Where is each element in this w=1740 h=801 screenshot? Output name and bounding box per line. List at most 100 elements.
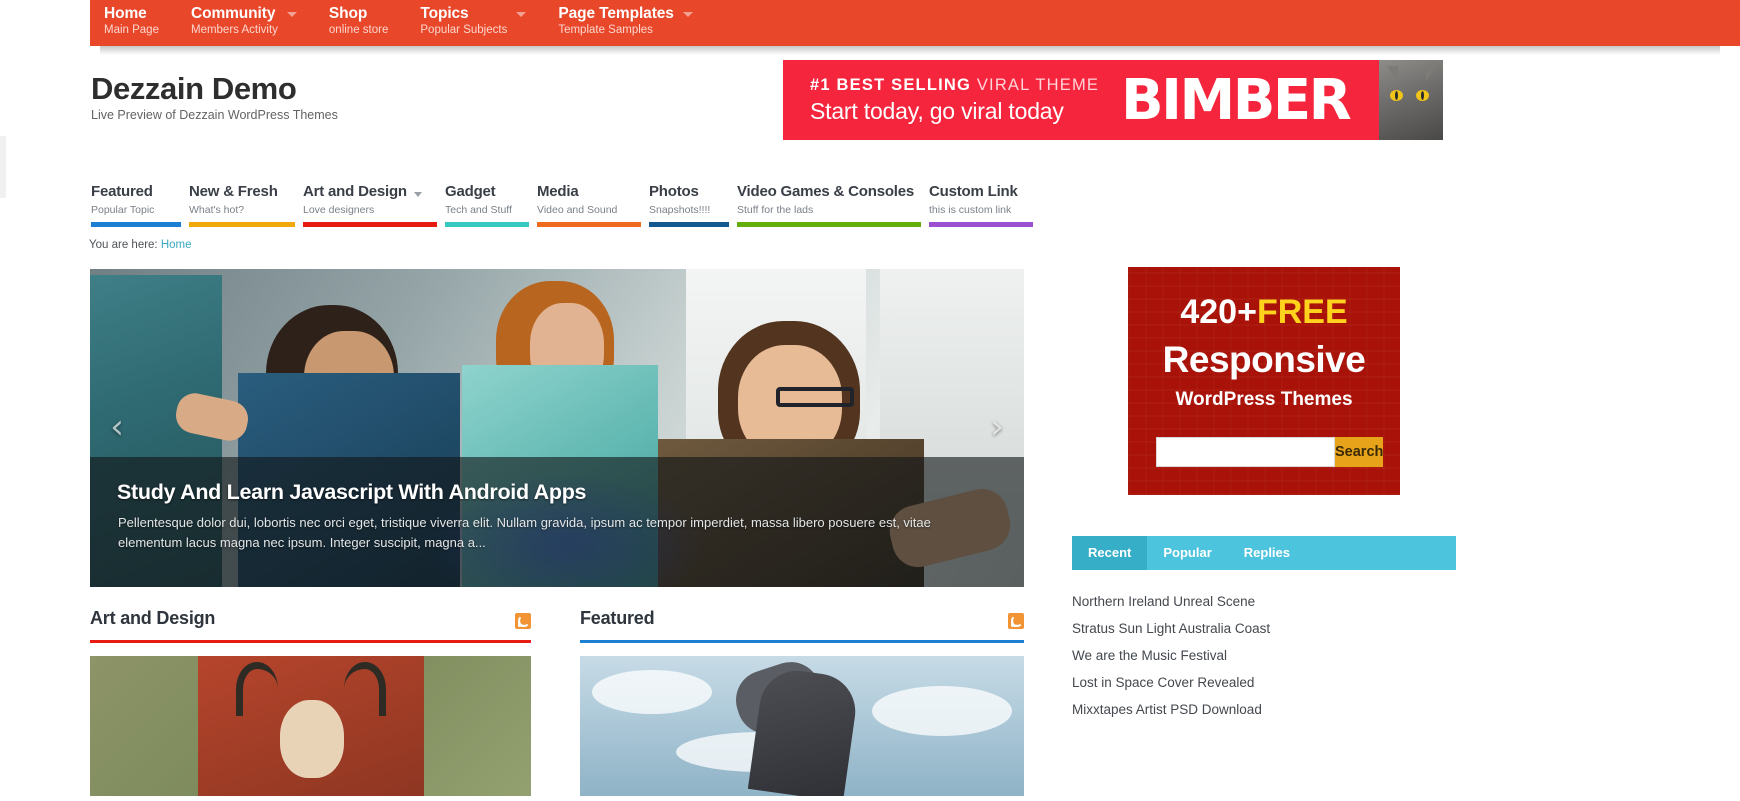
section-thumbnail[interactable] [580,656,1024,796]
section-rule [580,640,1024,643]
breadcrumb: You are here: Home [89,239,192,251]
list-item[interactable]: Northern Ireland Unreal Scene [1072,588,1456,615]
category-tab-gadget[interactable]: Gadget Tech and Stuff [445,182,537,227]
slide-caption: Study And Learn Javascript With Android … [90,457,1024,587]
breadcrumb-link-home[interactable]: Home [161,239,192,251]
category-tab-subtitle: Video and Sound [537,204,618,216]
slider-next-arrow[interactable]: › [982,410,1012,444]
chevron-down-icon[interactable] [682,12,693,17]
category-tab-label: Photos [649,183,699,200]
category-tab-underline [189,222,295,227]
category-tab-subtitle: Popular Topic [91,204,155,216]
category-tab-custom-link[interactable]: Custom Link this is custom link [929,182,1041,227]
category-tab-subtitle: Snapshots!!!! [649,204,711,216]
category-tab-photos[interactable]: Photos Snapshots!!!! [649,182,737,227]
category-tab-label: New & Fresh [189,183,278,200]
banner-subheadline: Start today, go viral today [810,98,1064,124]
ad-subheadline: WordPress Themes [1175,389,1353,410]
section-title: Art and Design [90,608,216,628]
nav-item-subtitle: Members Activity [190,24,278,36]
ad-search-form: Search [1156,437,1384,467]
nav-item-home[interactable]: Home Main Page [104,0,175,38]
section-title: Featured [580,608,655,628]
banner-headline-light: VIRAL THEME [976,76,1100,94]
breadcrumb-prefix: You are here: [89,239,158,251]
category-tab-subtitle: Tech and Stuff [445,204,512,216]
site-tagline: Live Preview of Dezzain WordPress Themes [91,108,338,122]
category-tab-subtitle: Stuff for the lads [737,204,814,216]
list-item[interactable]: Mixxtapes Artist PSD Download [1072,696,1456,723]
ad-count-line: 420+FREE [1128,291,1400,333]
category-tab-label: Custom Link [929,183,1018,200]
site-title: Dezzain Demo [91,71,297,106]
featured-slider[interactable]: ‹ › Study And Learn Javascript With Andr… [90,269,1024,587]
banner-headline-strong: #1 BEST SELLING [810,76,972,94]
category-tab-underline [445,222,529,227]
nav-item-title: Community [190,5,276,22]
ad-search-input[interactable] [1156,437,1335,467]
header-shadow [100,46,1720,55]
chevron-down-icon[interactable] [413,192,422,197]
sidebar-tab-replies[interactable]: Replies [1228,536,1306,570]
chevron-down-icon[interactable] [286,12,297,17]
category-tab-subtitle: this is custom link [929,204,1012,216]
nav-item-community[interactable]: Community Members Activity [191,0,313,38]
sidebar-tab-strip: Recent Popular Replies [1072,536,1456,570]
nav-item-title: Page Templates [558,5,674,22]
nav-item-title: Topics [420,5,469,22]
category-tab-underline [737,222,921,227]
category-tab-label: Art and Design [303,183,407,200]
section-featured: Featured [580,608,1024,796]
category-tab-label: Video Games & Consoles [737,183,915,200]
category-tab-subtitle: Love designers [303,204,375,216]
nav-item-title: Home [104,5,147,22]
category-tab-featured[interactable]: Featured Popular Topic [91,182,189,227]
category-tab-video-games-consoles[interactable]: Video Games & Consoles Stuff for the lads [737,182,929,227]
category-tab-underline [91,222,181,227]
list-item[interactable]: Lost in Space Cover Revealed [1072,669,1456,696]
sidebar-themes-ad[interactable]: 420+FREE Responsive WordPress Themes Sea… [1128,267,1400,495]
chevron-down-icon[interactable] [516,12,527,17]
sidebar-tab-recent[interactable]: Recent [1072,536,1148,570]
slide-excerpt: Pellentesque dolor dui, lobortis nec orc… [118,515,931,550]
ad-free-label: FREE [1256,293,1348,331]
category-tab-label: Gadget [445,183,496,200]
list-item[interactable]: Stratus Sun Light Australia Coast [1072,615,1456,642]
sidebar-tab-popular[interactable]: Popular [1147,536,1227,570]
cat-image [1379,60,1443,140]
section-thumbnail[interactable] [90,656,531,796]
rss-icon[interactable] [1008,613,1024,629]
ad-search-button[interactable]: Search [1335,437,1384,467]
bimber-banner-ad[interactable]: #1 BEST SELLING VIRAL THEME Start today,… [783,60,1443,140]
ad-headline: Responsive [1162,339,1366,380]
category-tab-media[interactable]: Media Video and Sound [537,182,649,227]
category-tab-menu: Featured Popular Topic New & Fresh What's h… [91,182,1041,227]
category-tab-new-fresh[interactable]: New & Fresh What's hot? [189,182,303,227]
nav-item-page-templates[interactable]: Page Templates Template Samples [558,0,708,38]
nav-item-subtitle: Popular Subjects [420,24,508,36]
nav-item-title: Shop [328,5,368,22]
category-tab-art-and-design[interactable]: Art and Design Love designers [303,182,445,227]
category-tab-underline [537,222,641,227]
category-tab-label: Featured [91,183,153,200]
rss-icon[interactable] [515,613,531,629]
category-tab-underline [929,222,1033,227]
slide-title[interactable]: Study And Learn Javascript With Android … [117,480,587,505]
ad-count: 420+ [1180,293,1257,331]
banner-ad-text: #1 BEST SELLING VIRAL THEME Start today,… [810,74,1099,126]
left-edge-strip [0,136,6,198]
bimber-logo: BIMBER [1121,68,1352,133]
nav-item-subtitle: Main Page [104,24,159,36]
slider-prev-arrow[interactable]: ‹ [102,410,132,444]
category-tab-underline [649,222,729,227]
category-tab-underline [303,222,437,227]
nav-item-subtitle: online store [328,24,389,36]
nav-item-subtitle: Template Samples [558,24,653,36]
section-art-and-design: Art and Design [90,608,531,796]
list-item[interactable]: We are the Music Festival [1072,642,1456,669]
nav-item-topics[interactable]: Topics Popular Subjects [420,0,542,38]
category-tab-label: Media [537,183,579,200]
nav-item-shop[interactable]: Shop online store [329,0,404,38]
section-rule [90,640,531,643]
category-tab-subtitle: What's hot? [189,204,245,216]
